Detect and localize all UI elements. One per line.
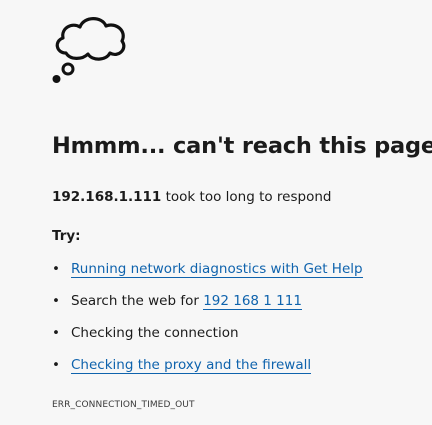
error-page: Hmmm... can't reach this page 192.168.1.… (0, 0, 432, 425)
suggestion-list: • Running network diagnostics with Get H… (52, 259, 422, 387)
search-web-link[interactable]: 192 168 1 111 (203, 293, 302, 310)
page-title: Hmmm... can't reach this page (52, 133, 432, 159)
error-code: ERR_CONNECTION_TIMED_OUT (52, 400, 195, 410)
thought-cloud-icon (52, 17, 126, 83)
try-heading: Try: (52, 228, 81, 244)
search-web-label: Search the web for (71, 293, 204, 309)
suggestion-proxy-firewall: • Checking the proxy and the firewall (52, 355, 422, 387)
proxy-firewall-link[interactable]: Checking the proxy and the firewall (71, 357, 312, 374)
host-address: 192.168.1.111 (52, 189, 162, 205)
error-description: 192.168.1.111 took too long to respond (52, 189, 331, 205)
check-connection-text: Checking the connection (71, 325, 239, 341)
network-diagnostics-link[interactable]: Running network diagnostics with Get Hel… (71, 261, 363, 278)
bullet: • (52, 325, 60, 341)
bullet: • (52, 293, 60, 309)
suggestion-network-diagnostics: • Running network diagnostics with Get H… (52, 259, 422, 291)
suggestion-search-web: • Search the web for 192 168 1 111 (52, 291, 422, 323)
suggestion-check-connection: • Checking the connection (52, 323, 422, 355)
bullet: • (52, 357, 60, 373)
bullet: • (52, 261, 60, 277)
error-message: took too long to respond (161, 189, 332, 205)
